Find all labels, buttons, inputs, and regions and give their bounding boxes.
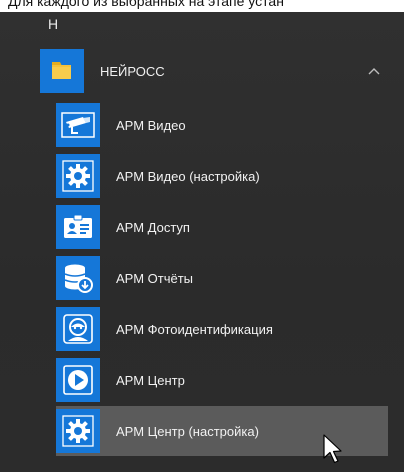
mouse-cursor-icon <box>323 434 342 464</box>
app-tile <box>56 307 100 351</box>
gear-icon <box>62 415 94 447</box>
folder-icon <box>52 62 71 79</box>
app-item-label: АРМ Отчёты <box>116 270 194 286</box>
app-tile <box>56 205 100 249</box>
app-tile <box>56 103 100 147</box>
app-tile <box>56 358 100 402</box>
app-item-label: АРМ Видео <box>116 117 186 133</box>
app-item-arm-video[interactable]: АРМ Видео <box>56 100 388 150</box>
database-report-icon <box>64 264 93 293</box>
app-item-arm-center[interactable]: АРМ Центр <box>56 355 388 405</box>
app-item-arm-access[interactable]: АРМ Доступ <box>56 202 388 252</box>
app-item-arm-video-settings[interactable]: АРМ Видео (настройка) <box>56 151 388 201</box>
camera-icon <box>61 112 95 138</box>
alphabet-section-header[interactable]: Н <box>48 16 58 32</box>
play-circle-icon <box>63 365 93 395</box>
app-tile <box>56 409 100 453</box>
app-item-label: АРМ Фотоидентификация <box>116 321 273 337</box>
app-tile <box>56 154 100 198</box>
id-card-icon <box>64 214 92 238</box>
document-caption-strip: Для каждого из выбранных на этапе устан <box>0 0 404 12</box>
document-caption-text: Для каждого из выбранных на этапе устан <box>8 0 284 9</box>
app-group-neiross[interactable]: НЕЙРОСС <box>40 46 396 96</box>
gear-icon <box>62 160 94 192</box>
app-item-label: АРМ Центр (настройка) <box>116 423 259 439</box>
folder-tile <box>40 49 84 93</box>
chevron-up-icon[interactable] <box>366 63 382 79</box>
app-tile <box>56 256 100 300</box>
app-item-arm-reports[interactable]: АРМ Отчёты <box>56 253 388 303</box>
app-item-label: АРМ Доступ <box>116 219 190 235</box>
face-id-icon <box>63 314 93 344</box>
app-item-label: АРМ Видео (настройка) <box>116 168 260 184</box>
start-menu-screenshot: Для каждого из выбранных на этапе устан … <box>0 0 404 472</box>
app-item-label: АРМ Центр <box>116 372 185 388</box>
app-item-arm-photo-id[interactable]: АРМ Фотоидентификация <box>56 304 388 354</box>
app-group-label: НЕЙРОСС <box>100 63 165 79</box>
